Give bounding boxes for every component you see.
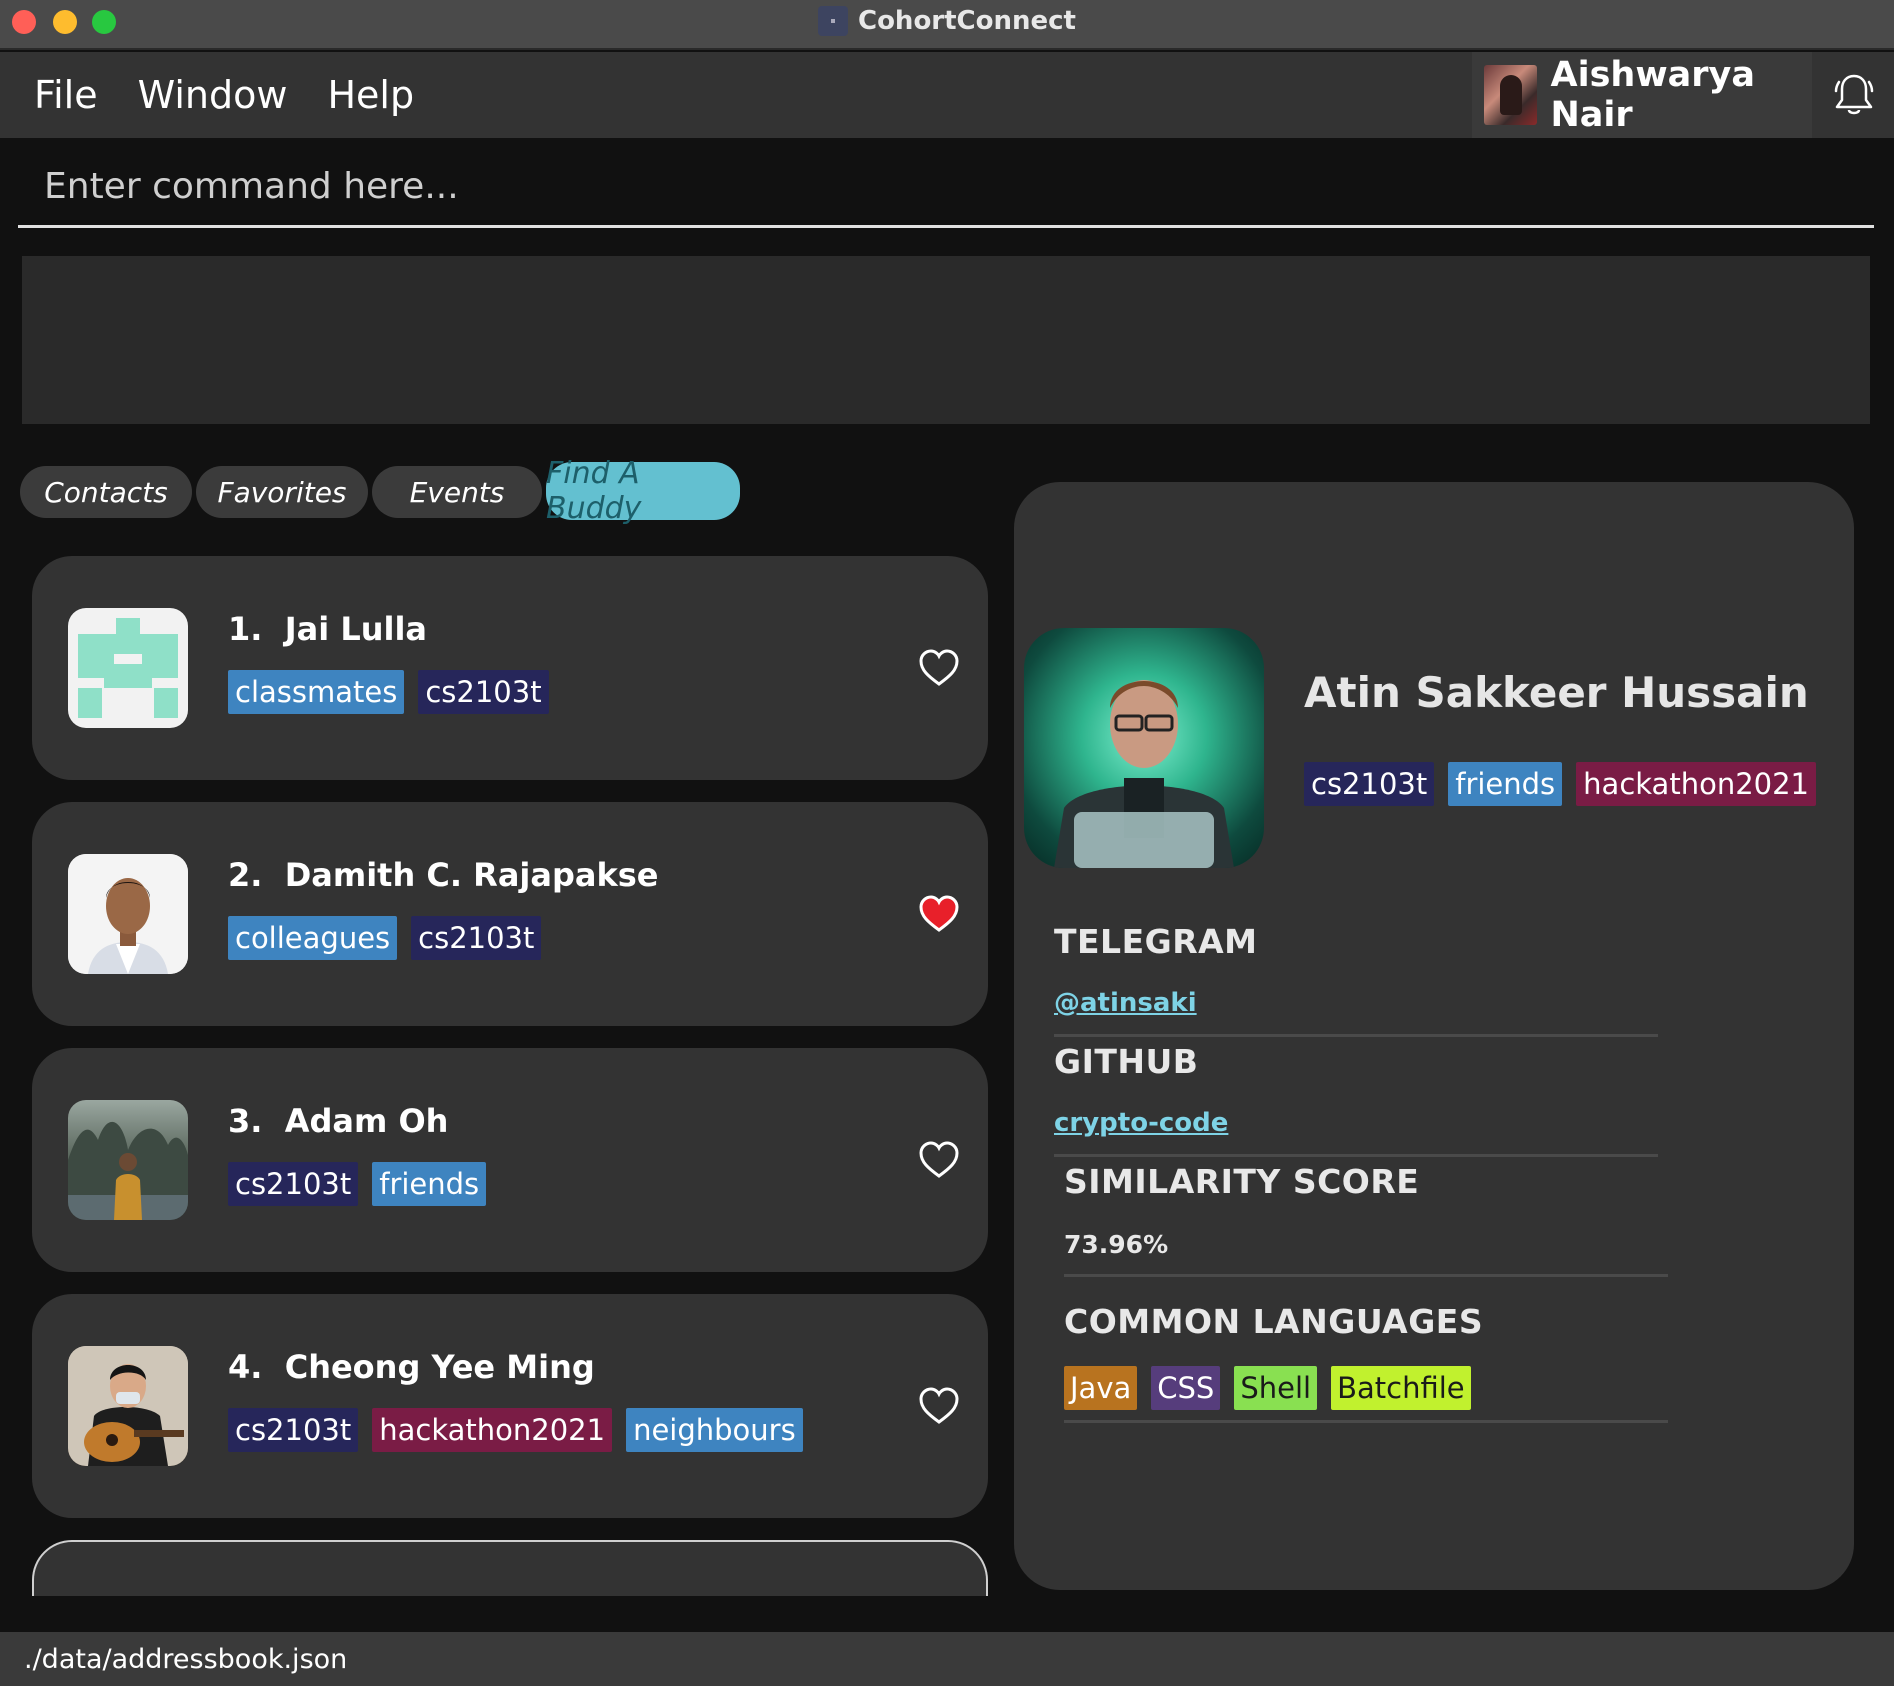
contact-tags: colleagues cs2103t	[228, 916, 542, 960]
title-wrap: CohortConnect	[0, 0, 1894, 42]
tag: colleagues	[228, 916, 398, 960]
language-tag: CSS	[1151, 1366, 1221, 1410]
app-window: CohortConnect File Window Help Aishwarya…	[0, 0, 1894, 1686]
tab-contacts[interactable]: Contacts	[20, 466, 192, 518]
command-input[interactable]	[44, 166, 1874, 207]
menu-items: File Window Help	[14, 52, 434, 138]
language-tag: Shell	[1234, 1366, 1318, 1410]
data-file-path: ./data/addressbook.json	[24, 1643, 348, 1675]
menu-help[interactable]: Help	[307, 73, 434, 117]
contact-avatar	[68, 1100, 188, 1220]
tab-favorites[interactable]: Favorites	[196, 466, 368, 518]
app-icon	[817, 6, 848, 36]
favorite-heart-icon[interactable]	[918, 1140, 960, 1180]
tab-find-a-buddy[interactable]: Find A Buddy	[546, 456, 740, 526]
menu-file[interactable]: File	[14, 73, 118, 117]
result-display	[22, 256, 1870, 424]
divider	[1064, 1274, 1668, 1277]
contact-card-partial[interactable]	[32, 1540, 988, 1596]
favorite-heart-icon[interactable]	[918, 648, 960, 688]
contact-avatar	[68, 608, 188, 728]
contact-card[interactable]: 4. Cheong Yee Ming cs2103t hackathon2021…	[32, 1294, 988, 1518]
similarity-title: SIMILARITY SCORE	[1064, 1162, 1420, 1201]
tag: hackathon2021	[1576, 762, 1816, 806]
contact-avatar	[68, 1346, 188, 1466]
contact-avatar	[68, 854, 188, 974]
contact-tags: classmates cs2103t	[228, 670, 549, 714]
tag: cs2103t	[411, 916, 542, 960]
github-title: GITHUB	[1054, 1042, 1199, 1081]
favorite-heart-icon[interactable]	[918, 1386, 960, 1426]
language-tag: Java	[1064, 1366, 1138, 1410]
languages-title: COMMON LANGUAGES	[1064, 1302, 1484, 1341]
tag: neighbours	[626, 1408, 803, 1452]
notifications-button[interactable]	[1814, 52, 1894, 138]
tag: cs2103t	[228, 1408, 359, 1452]
tag: cs2103t	[418, 670, 549, 714]
divider	[1054, 1154, 1658, 1157]
buddy-detail-panel: Atin Sakkeer Hussain cs2103t friends hac…	[1014, 482, 1854, 1590]
tag: classmates	[228, 670, 405, 714]
contact-name: 1. Jai Lulla	[228, 610, 428, 648]
contact-tags: cs2103t hackathon2021 neighbours	[228, 1408, 803, 1452]
similarity-score: 73.96%	[1064, 1230, 1169, 1259]
user-profile-button[interactable]: Aishwarya Nair	[1472, 52, 1812, 138]
contact-card[interactable]: 2. Damith C. Rajapakse colleagues cs2103…	[32, 802, 988, 1026]
user-avatar	[1484, 65, 1537, 125]
window-title: CohortConnect	[857, 6, 1076, 36]
contact-name: 2. Damith C. Rajapakse	[228, 856, 659, 894]
language-tag: Batchfile	[1331, 1366, 1471, 1410]
github-link[interactable]: crypto-code	[1054, 1108, 1228, 1138]
divider	[1064, 1420, 1668, 1423]
title-bar: CohortConnect	[0, 0, 1894, 50]
tag: cs2103t	[228, 1162, 359, 1206]
favorite-heart-icon[interactable]	[918, 894, 960, 934]
divider	[1054, 1034, 1658, 1037]
buddy-name: Atin Sakkeer Hussain	[1304, 668, 1809, 717]
tag: hackathon2021	[372, 1408, 613, 1452]
contact-name: 4. Cheong Yee Ming	[228, 1348, 595, 1386]
status-bar: ./data/addressbook.json	[0, 1632, 1894, 1686]
contact-tags: cs2103t friends	[228, 1162, 487, 1206]
bell-icon	[1834, 74, 1874, 115]
contact-card[interactable]: 1. Jai Lulla classmates cs2103t	[32, 556, 988, 780]
menu-window[interactable]: Window	[118, 73, 308, 117]
tag: cs2103t	[1304, 762, 1435, 806]
contact-card[interactable]: 3. Adam Oh cs2103t friends	[32, 1048, 988, 1272]
user-name: Aishwarya Nair	[1550, 55, 1755, 135]
contact-name: 3. Adam Oh	[228, 1102, 449, 1140]
telegram-link[interactable]: @atinsaki	[1054, 988, 1197, 1018]
command-box	[18, 148, 1874, 228]
buddy-avatar	[1024, 628, 1264, 868]
tag: friends	[372, 1162, 487, 1206]
tag: friends	[1448, 762, 1563, 806]
buddy-tags: cs2103t friends hackathon2021	[1304, 762, 1816, 806]
language-tags: Java CSS Shell Batchfile	[1064, 1366, 1471, 1410]
telegram-title: TELEGRAM	[1054, 922, 1258, 961]
tab-events[interactable]: Events	[372, 466, 542, 518]
